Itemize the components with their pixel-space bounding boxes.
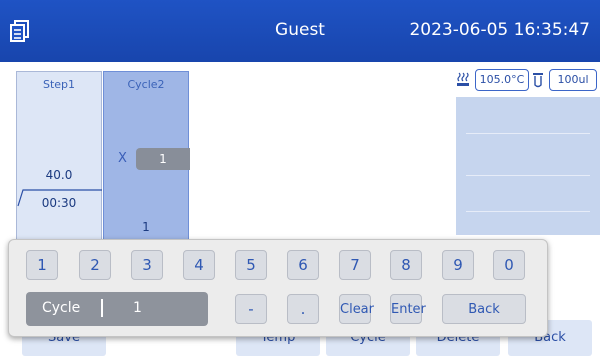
enter-key[interactable]: Enter xyxy=(390,294,426,324)
cycle-x-label: X xyxy=(118,151,127,166)
field-value: 1 xyxy=(133,300,142,316)
key-8[interactable]: 8 xyxy=(390,250,422,280)
cycle-input-field[interactable]: Cycle 1 xyxy=(26,292,208,326)
divider xyxy=(466,211,590,212)
key-4[interactable]: 4 xyxy=(183,250,215,280)
key-9[interactable]: 9 xyxy=(442,250,474,280)
key-0[interactable]: 0 xyxy=(493,250,525,280)
key-3[interactable]: 3 xyxy=(131,250,163,280)
step1-time[interactable]: 00:30 xyxy=(17,196,101,210)
step1-temperature[interactable]: 40.0 xyxy=(17,168,101,182)
key-2[interactable]: 2 xyxy=(79,250,111,280)
step1-label: Step1 xyxy=(42,78,76,91)
cycle-step-number: 1 xyxy=(142,220,150,234)
datetime: 2023-06-05 16:35:47 xyxy=(409,20,590,40)
cycle-count-box[interactable]: 1 xyxy=(136,148,190,170)
back-key[interactable]: Back xyxy=(442,294,526,324)
divider xyxy=(466,175,590,176)
key-5[interactable]: 5 xyxy=(235,250,267,280)
reaction-volume[interactable]: 100ul xyxy=(549,69,597,91)
cycle2-label: Cycle2 xyxy=(127,78,165,91)
key-6[interactable]: 6 xyxy=(287,250,319,280)
dot-key[interactable]: . xyxy=(287,294,319,324)
key-1[interactable]: 1 xyxy=(26,250,58,280)
clear-key[interactable]: Clear xyxy=(339,294,374,324)
step1-column[interactable]: Step1 40.0 00:30 xyxy=(16,71,102,241)
minus-key[interactable]: - xyxy=(235,294,267,324)
cycle2-column[interactable]: Cycle2 X 1 1 xyxy=(103,71,190,241)
lid-temperature[interactable]: 105.0°C xyxy=(475,69,529,91)
text-cursor xyxy=(101,299,103,317)
divider xyxy=(466,133,590,134)
side-panel xyxy=(456,97,600,235)
top-bar: Guest 2023-06-05 16:35:47 xyxy=(0,0,600,62)
tube-icon xyxy=(533,73,543,88)
field-label: Cycle xyxy=(42,300,81,316)
heated-lid-icon xyxy=(457,72,469,86)
numeric-keypad: 1 2 3 4 5 6 7 8 9 0 Cycle 1 - . Clear En… xyxy=(8,239,548,337)
key-7[interactable]: 7 xyxy=(339,250,371,280)
